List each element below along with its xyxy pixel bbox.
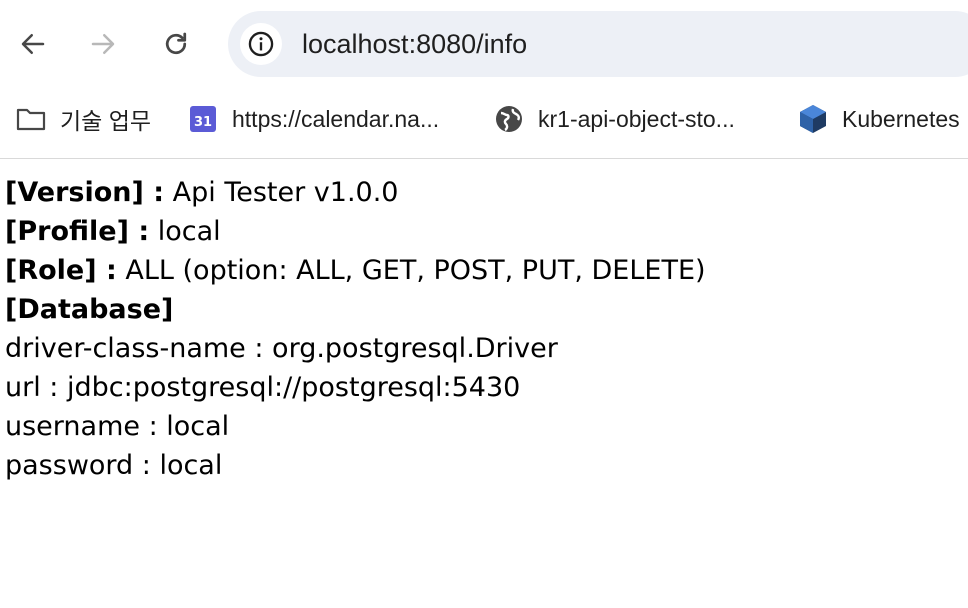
calendar-icon: 31: [186, 102, 220, 136]
profile-row: [Profile] : local: [5, 212, 706, 251]
kubernetes-icon: [796, 102, 830, 136]
bookmark-object-storage[interactable]: kr1-api-object-sto...: [492, 102, 735, 136]
bookmark-label: 기술 업무: [60, 108, 152, 134]
folder-icon: [14, 102, 48, 136]
profile-value: local: [157, 216, 221, 247]
version-row: [Version] : Api Tester v1.0.0: [5, 173, 706, 212]
bookmark-label: Kubernetes: [842, 105, 960, 132]
database-row: [Database]: [5, 290, 706, 329]
version-value: Api Tester v1.0.0: [172, 177, 399, 208]
info-icon: [248, 31, 274, 57]
database-label: [Database]: [5, 294, 174, 325]
driver-line: driver-class-name : org.postgresql.Drive…: [5, 333, 558, 364]
reload-icon: [165, 32, 187, 55]
browser-toolbar: localhost:8080/info: [0, 0, 968, 88]
reload-button[interactable]: [154, 22, 198, 66]
username-line: username : local: [5, 411, 230, 442]
page-content: [Version] : Api Tester v1.0.0 [Profile] …: [5, 173, 706, 485]
arrow-right-icon: [91, 34, 115, 54]
profile-label: [Profile] :: [5, 216, 150, 247]
role-label: [Role] :: [5, 255, 117, 286]
bookmarks-bar: 기술 업무 31 https://calendar.na... kr1-api-…: [0, 88, 968, 159]
address-bar[interactable]: localhost:8080/info: [228, 11, 968, 77]
role-row: [Role] : ALL (option: ALL, GET, POST, PU…: [5, 251, 706, 290]
forward-button[interactable]: [81, 22, 125, 66]
globe-icon: [492, 102, 526, 136]
version-label: [Version] :: [5, 177, 165, 208]
password-line: password : local: [5, 450, 223, 481]
bookmark-label: https://calendar.na...: [232, 105, 440, 132]
bookmark-calendar[interactable]: 31 https://calendar.na...: [186, 102, 439, 136]
site-info-button[interactable]: [240, 23, 282, 65]
bookmark-kubernetes[interactable]: Kubernetes: [796, 102, 960, 136]
url-line: url : jdbc:postgresql://postgresql:5430: [5, 372, 521, 403]
back-button[interactable]: [11, 22, 55, 66]
calendar-icon-text: 31: [194, 115, 212, 130]
arrow-left-icon: [21, 34, 45, 54]
url-text[interactable]: localhost:8080/info: [302, 29, 527, 60]
bookmark-folder[interactable]: 기술 업무: [14, 102, 151, 136]
role-value: ALL (option: ALL, GET, POST, PUT, DELETE…: [125, 255, 706, 286]
bookmark-label: kr1-api-object-sto...: [538, 105, 735, 132]
